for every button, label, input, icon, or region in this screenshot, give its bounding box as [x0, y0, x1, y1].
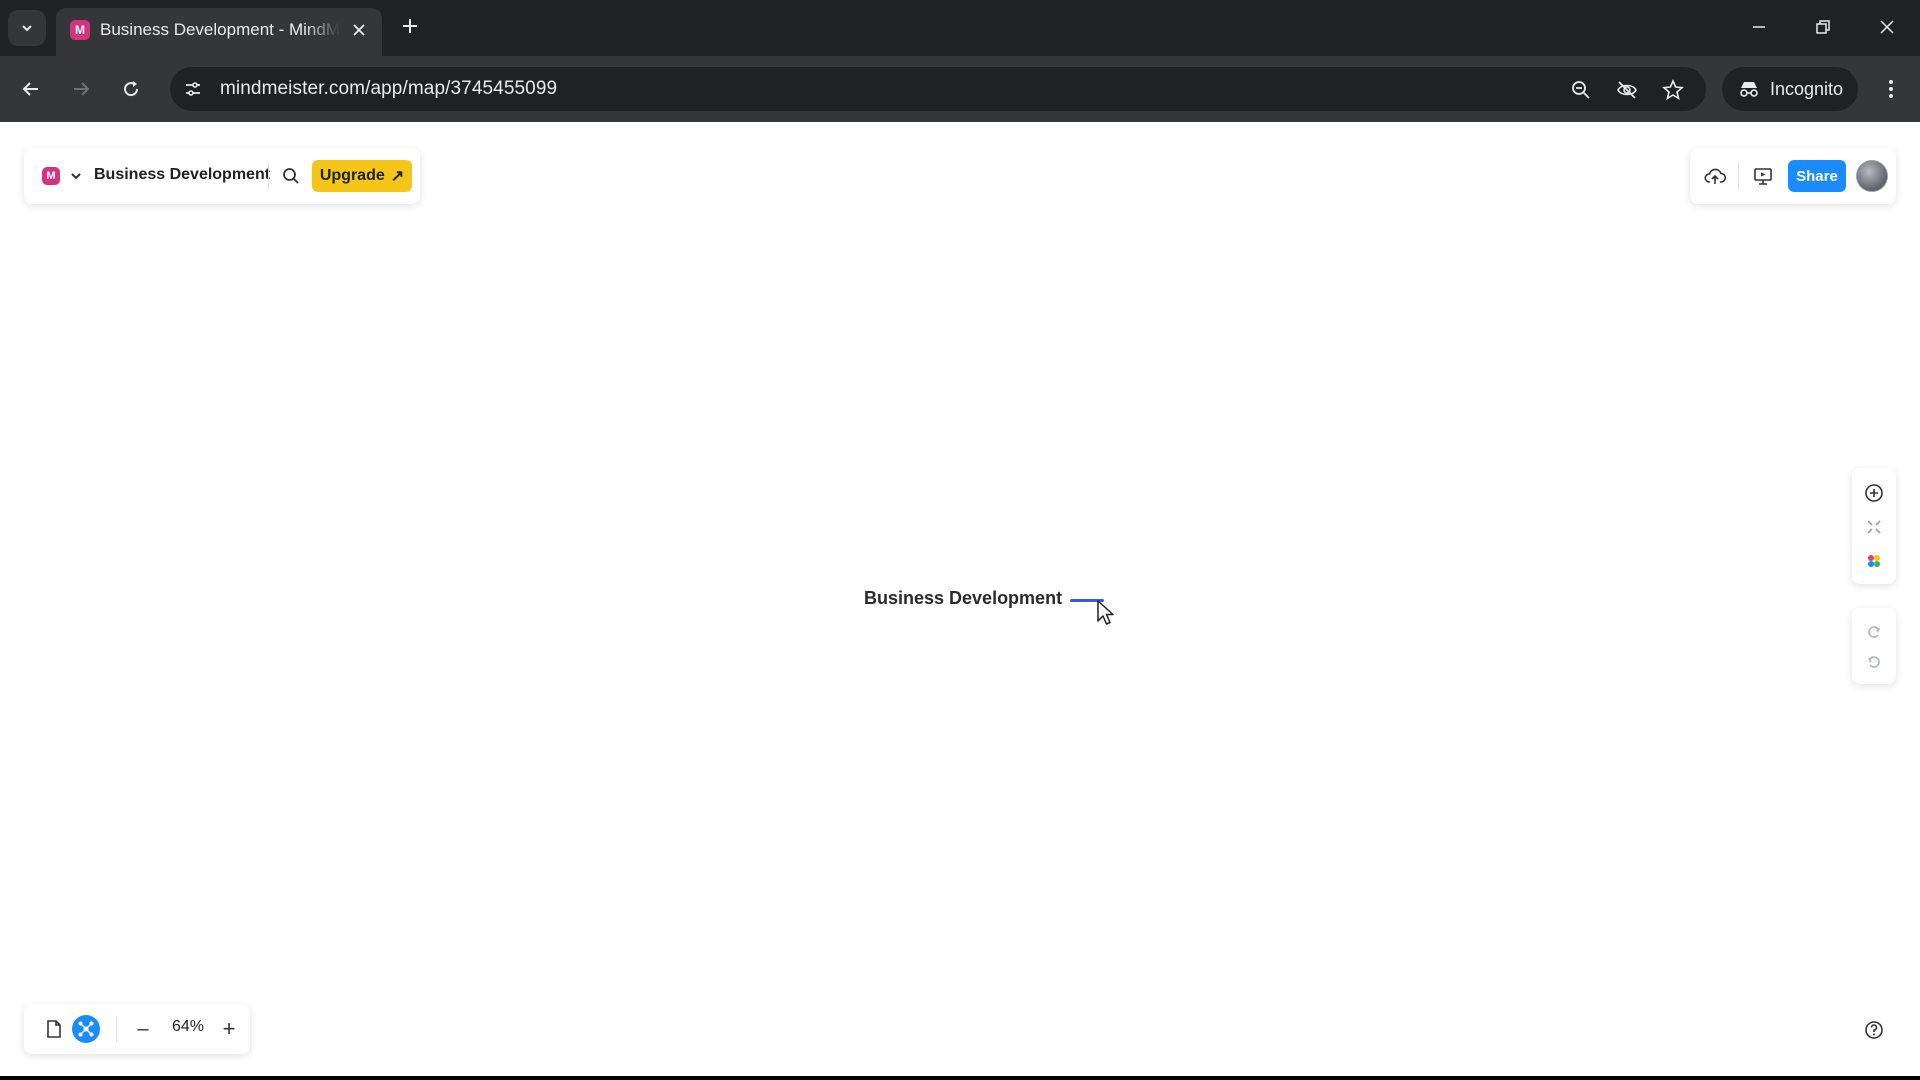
tune-icon	[186, 82, 200, 96]
tab-search-button[interactable]	[8, 10, 46, 46]
root-topic[interactable]: Business Development	[864, 588, 1062, 609]
mindmeister-canvas[interactable]: M Business Development Upgrade ↗ Share B…	[0, 122, 1920, 1076]
browser-tab-bar: M Business Development - MindMeister	[0, 0, 1920, 56]
zoom-level: 64%	[171, 1018, 205, 1035]
mindmeister-favicon-icon: M	[70, 20, 90, 40]
redo-button[interactable]	[1861, 618, 1887, 644]
presentation-button[interactable]	[1750, 163, 1776, 189]
style-palette-icon	[1868, 555, 1880, 567]
undo-button[interactable]	[1861, 648, 1887, 674]
tab-close-button[interactable]	[348, 19, 370, 41]
mouse-cursor-icon	[1097, 600, 1114, 625]
outline-view-button[interactable]	[40, 1015, 68, 1043]
view-zoom-toolbar: – 64% +	[24, 1004, 250, 1054]
add-topic-button[interactable]	[1861, 480, 1887, 506]
history-rail	[1852, 608, 1896, 684]
map-title[interactable]: Business Development	[94, 166, 270, 184]
arrow-left-icon	[22, 82, 38, 96]
star-icon	[1662, 79, 1684, 101]
cloud-upload-icon	[1704, 168, 1726, 184]
close-icon	[1880, 20, 1894, 34]
divider	[1738, 162, 1739, 190]
eye-off-icon	[1617, 81, 1637, 99]
chevron-down-icon	[71, 173, 81, 180]
divider	[116, 1016, 117, 1042]
incognito-indicator[interactable]: Incognito	[1722, 67, 1858, 111]
mindmeister-logo-icon[interactable]: M	[42, 167, 60, 185]
document-icon	[47, 1020, 61, 1038]
collapse-button[interactable]	[1861, 514, 1887, 540]
share-button[interactable]: Share	[1788, 160, 1846, 192]
browser-toolbar: mindmeister.com/app/map/3745455099 Incog…	[0, 56, 1920, 122]
chevron-down-icon	[22, 25, 32, 32]
new-tab-button[interactable]	[396, 12, 424, 40]
magnifier-minus-icon	[1572, 81, 1590, 99]
upgrade-label: Upgrade	[319, 167, 385, 184]
url-text: mindmeister.com/app/map/3745455099	[220, 78, 558, 99]
export-button[interactable]	[1702, 163, 1728, 189]
redo-icon	[1868, 626, 1881, 638]
search-icon	[283, 168, 299, 184]
help-icon	[1865, 1021, 1883, 1039]
restore-icon	[1816, 20, 1830, 34]
add-circle-icon	[1865, 484, 1883, 502]
close-window-button[interactable]	[1872, 12, 1902, 42]
incognito-label: Incognito	[1770, 78, 1844, 99]
more-vertical-icon	[1889, 80, 1893, 98]
search-button[interactable]	[280, 165, 302, 187]
site-settings-icon[interactable]	[180, 76, 206, 102]
zoom-out-button[interactable]: –	[130, 1016, 156, 1042]
mindmap-icon	[78, 1021, 94, 1037]
arrow-right-icon	[74, 82, 90, 96]
map-header-toolbar: M Business Development Upgrade ↗	[24, 148, 420, 204]
zoom-indicator-button[interactable]	[1568, 77, 1594, 103]
reload-icon	[124, 81, 139, 97]
minimize-icon	[1753, 26, 1765, 28]
present-icon	[1754, 168, 1772, 185]
collapse-icon	[1867, 520, 1881, 534]
back-button[interactable]	[14, 72, 48, 106]
reload-button[interactable]	[114, 72, 148, 106]
upgrade-button[interactable]: Upgrade ↗	[312, 160, 412, 192]
zoom-in-button[interactable]: +	[216, 1016, 242, 1042]
bookmark-star-button[interactable]	[1660, 77, 1686, 103]
help-button[interactable]	[1860, 1016, 1888, 1044]
undo-icon	[1867, 656, 1880, 668]
close-icon	[353, 24, 365, 36]
forward-button[interactable]	[64, 72, 98, 106]
map-menu-button[interactable]	[68, 168, 84, 184]
plus-icon	[403, 19, 417, 33]
map-actions-toolbar: Share	[1690, 148, 1896, 204]
tab-title: Business Development - MindMeister	[100, 20, 340, 39]
avatar[interactable]	[1856, 160, 1888, 192]
incognito-icon	[1740, 82, 1758, 97]
map-tools-rail	[1852, 468, 1896, 584]
browser-menu-button[interactable]	[1874, 72, 1908, 106]
style-button[interactable]	[1861, 548, 1887, 574]
tracking-protection-button[interactable]	[1614, 77, 1640, 103]
mindmap-view-button[interactable]	[72, 1015, 100, 1043]
external-link-icon: ↗	[390, 168, 405, 185]
address-bar[interactable]: mindmeister.com/app/map/3745455099	[170, 67, 1706, 111]
active-tab[interactable]: M Business Development - MindMeister	[56, 8, 382, 56]
minimize-window-button[interactable]	[1744, 12, 1774, 42]
divider	[268, 162, 269, 190]
restore-window-button[interactable]	[1808, 12, 1838, 42]
